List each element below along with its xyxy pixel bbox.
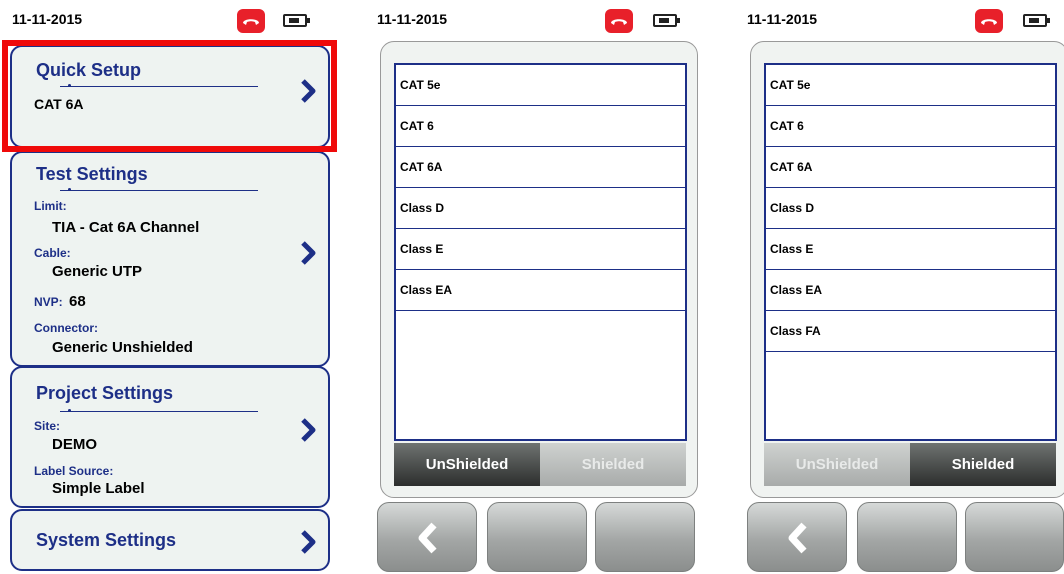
softkey-2[interactable] <box>487 502 587 572</box>
project-settings-title: Project Settings <box>36 383 174 403</box>
divider <box>60 409 258 412</box>
softkey-2[interactable] <box>857 502 957 572</box>
list-item[interactable]: Class EA <box>396 270 685 311</box>
back-button[interactable] <box>747 502 847 572</box>
battery-icon <box>653 14 680 27</box>
status-date: 11-11-2015 <box>747 11 818 27</box>
label-source-value: Simple Label <box>52 480 145 497</box>
phone-hangup-icon <box>237 9 265 33</box>
status-date: 11-11-2015 <box>377 11 448 27</box>
battery-icon <box>283 14 310 27</box>
quick-setup-highlight <box>2 40 337 152</box>
list-item[interactable]: CAT 6 <box>396 106 685 147</box>
cable-value: Generic UTP <box>52 263 143 280</box>
site-value: DEMO <box>52 436 97 453</box>
connector-label: Connector: <box>34 321 98 335</box>
shielding-toggle[interactable]: UnShielded Shielded <box>394 443 686 486</box>
divider <box>60 188 258 191</box>
unshielded-tab[interactable]: UnShielded <box>764 443 910 486</box>
battery-icon <box>1023 14 1050 27</box>
cable-type-list[interactable]: CAT 5e CAT 6 CAT 6A Class D Class E Clas… <box>394 63 687 441</box>
shielding-toggle[interactable]: UnShielded Shielded <box>764 443 1056 486</box>
chevron-right-icon <box>301 418 316 442</box>
back-arrow-icon <box>418 522 437 554</box>
cable-select-screen-shielded: 11-11-2015 CAT 5e CAT 6 CAT 6A Class D C… <box>740 0 1064 574</box>
project-settings-card[interactable]: Project Settings Site: DEMO Label Source… <box>10 366 330 508</box>
phone-hangup-icon <box>605 9 633 33</box>
settings-screen: 11-11-2015 Quick Setup CAT 6A Test Setti… <box>0 0 340 574</box>
system-settings-title: System Settings <box>36 530 177 550</box>
connector-value: Generic Unshielded <box>52 339 193 356</box>
list-item[interactable]: Class EA <box>766 270 1055 311</box>
unshielded-tab[interactable]: UnShielded <box>394 443 540 486</box>
shielded-tab[interactable]: Shielded <box>910 443 1056 486</box>
softkey-3[interactable] <box>595 502 695 572</box>
nvp-value: 68 <box>69 293 86 310</box>
back-arrow-icon <box>788 522 807 554</box>
list-item[interactable]: CAT 6A <box>766 147 1055 188</box>
list-item[interactable]: Class D <box>766 188 1055 229</box>
cable-type-list[interactable]: CAT 5e CAT 6 CAT 6A Class D Class E Clas… <box>764 63 1057 441</box>
limit-value: TIA - Cat 6A Channel <box>52 219 200 236</box>
chevron-right-icon <box>301 530 316 554</box>
list-item[interactable]: Class FA <box>766 311 1055 352</box>
nvp-label: NVP: <box>34 295 63 309</box>
list-item[interactable]: CAT 6 <box>766 106 1055 147</box>
status-date: 11-11-2015 <box>12 11 83 27</box>
list-item[interactable]: Class E <box>766 229 1055 270</box>
phone-hangup-icon <box>975 9 1003 33</box>
list-item[interactable]: Class E <box>396 229 685 270</box>
cable-select-screen-unshielded: 11-11-2015 CAT 5e CAT 6 CAT 6A Class D C… <box>370 0 700 574</box>
test-settings-card[interactable]: Test Settings Limit: TIA - Cat 6A Channe… <box>10 151 330 367</box>
list-item[interactable]: CAT 5e <box>396 65 685 106</box>
cable-label: Cable: <box>34 246 71 260</box>
test-settings-title: Test Settings <box>36 164 148 184</box>
list-item[interactable]: CAT 5e <box>766 65 1055 106</box>
list-item[interactable]: Class D <box>396 188 685 229</box>
shielded-tab[interactable]: Shielded <box>540 443 686 486</box>
softkey-3[interactable] <box>965 502 1064 572</box>
list-item[interactable]: CAT 6A <box>396 147 685 188</box>
chevron-right-icon <box>301 241 316 265</box>
label-source-label: Label Source: <box>34 464 114 478</box>
back-button[interactable] <box>377 502 477 572</box>
system-settings-card[interactable]: System Settings <box>10 509 330 571</box>
limit-label: Limit: <box>34 199 67 213</box>
site-label: Site: <box>34 419 61 433</box>
